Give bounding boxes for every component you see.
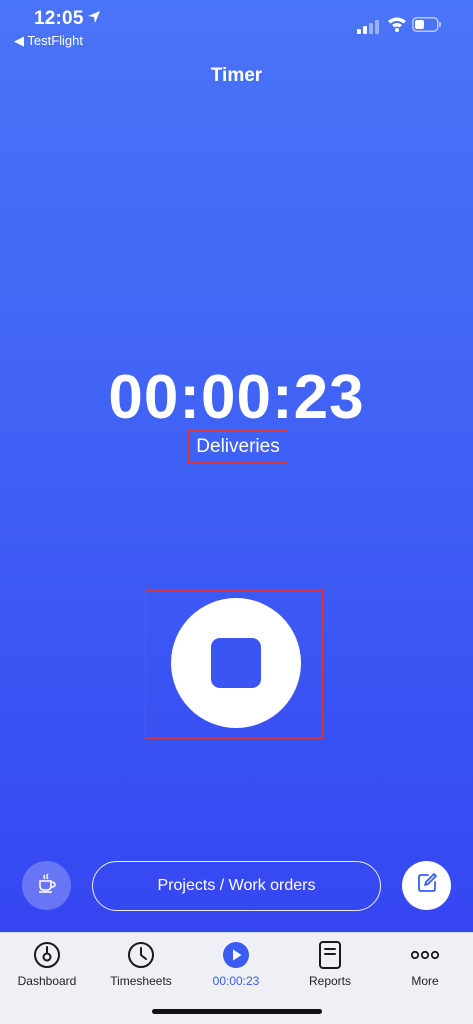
tab-label: Timesheets [110,974,172,988]
stop-icon [211,638,261,688]
add-note-button[interactable] [402,861,451,910]
break-button[interactable] [22,861,71,910]
current-project-label[interactable]: Deliveries [188,430,288,463]
tab-reports[interactable]: Reports [285,939,375,995]
elapsed-time: 00:00:23 [108,363,365,432]
tab-more[interactable]: More [380,939,470,995]
home-indicator[interactable] [152,1009,322,1014]
tab-timer[interactable]: 00:00:23 [191,939,281,995]
page-title: Timer [210,65,263,86]
coffee-cup-icon [36,872,58,899]
stop-timer-button[interactable] [171,598,301,728]
play-icon [222,939,250,971]
projects-work-orders-button[interactable]: Projects / Work orders [92,861,381,911]
compose-icon [415,871,439,900]
back-to-testflight-link[interactable]: ◀ TestFlight [14,33,83,49]
cellular-signal-icon [357,20,379,39]
more-dots-icon [410,939,440,971]
tab-timesheets[interactable]: Timesheets [96,939,186,995]
status-time: 12:05 [34,8,84,29]
battery-icon [412,17,442,37]
clock-icon [127,939,155,971]
tab-label: 00:00:23 [212,974,260,988]
tab-dashboard[interactable]: Dashboard [2,939,92,995]
timer-screen: 12:05 ◀ TestFlight Timer 00:00:23 Delive… [0,0,473,932]
gauge-icon [33,939,61,971]
tab-label: Reports [308,974,352,988]
report-icon [317,939,343,971]
tab-label: More [411,974,439,988]
wifi-icon [387,16,407,37]
tab-label: Dashboard [17,974,77,988]
location-arrow-icon [87,10,101,29]
